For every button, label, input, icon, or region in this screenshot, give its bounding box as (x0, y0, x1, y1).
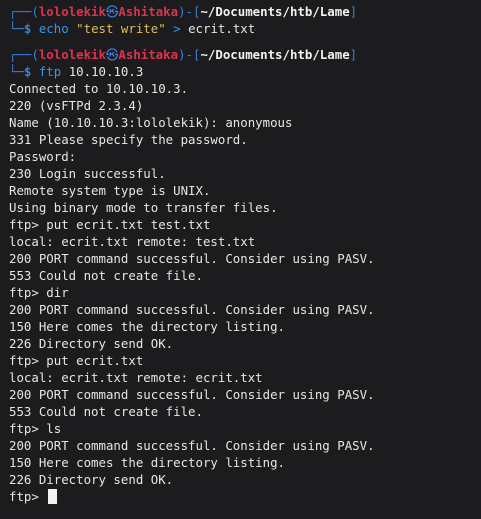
output-line: 150 Here comes the directory listing. (9, 319, 286, 334)
output-line: 226 Directory send OK. (9, 336, 174, 351)
output-line: 200 PORT command successful. Consider us… (9, 302, 375, 317)
output-line: 553 Could not create file. (9, 268, 203, 283)
output-line: Remote system type is UNIX. (9, 183, 211, 198)
command-line: └─$ ftp 10.10.10.3 (9, 63, 481, 80)
prompt-host: Ashitaka (118, 47, 179, 62)
prompt-path: ~/Documents/htb/Lame (200, 4, 350, 19)
command-line: └─$ echo "test write" > ecrit.txt (9, 20, 481, 37)
output-line: Password: (9, 149, 77, 164)
output-line: 226 Directory send OK. (9, 472, 174, 487)
prompt-frame-mid: )-[ (178, 4, 201, 19)
output-line: Name (10.10.10.3:lololekik): anonymous (9, 115, 293, 130)
command-name: ftp (38, 64, 62, 79)
skull-icon: ㉿ (105, 47, 119, 62)
prompt-frame-bottom: └─ (9, 21, 24, 36)
output-line: 220 (vsFTPd 2.3.4) (9, 98, 144, 113)
prompt-frame-end: ] (349, 4, 358, 19)
output-line: 200 PORT command successful. Consider us… (9, 251, 375, 266)
output-line: Using binary mode to transfer files. (9, 200, 278, 215)
output-line: 150 Here comes the directory listing. (9, 455, 286, 470)
command-string: "test write" (76, 21, 166, 36)
output-line: ftp> dir (9, 285, 69, 300)
terminal-window[interactable]: ┌──(lololekik㉿Ashitaka)-[~/Documents/htb… (0, 0, 481, 519)
prompt-frame-bottom: └─ (9, 64, 24, 79)
output-line: local: ecrit.txt remote: test.txt (9, 234, 256, 249)
prompt-header-line: ┌──(lololekik㉿Ashitaka)-[~/Documents/htb… (9, 46, 481, 63)
output-line: 200 PORT command successful. Consider us… (9, 387, 375, 402)
command-arg: 10.10.10.3 (68, 64, 144, 79)
prompt-frame-top: ┌──( (9, 47, 39, 62)
prompt-frame-end: ] (349, 47, 358, 62)
prompt-header-line: ┌──(lololekik㉿Ashitaka)-[~/Documents/htb… (9, 3, 481, 20)
output-line: ftp> put ecrit.txt test.txt (9, 217, 211, 232)
command-name: echo (38, 21, 69, 36)
output-line: local: ecrit.txt remote: ecrit.txt (9, 370, 263, 385)
command-redirect: > (173, 21, 181, 36)
output-line: 200 PORT command successful. Consider us… (9, 438, 375, 453)
prompt-path: ~/Documents/htb/Lame (200, 47, 350, 62)
prompt-user: lololekik (38, 47, 106, 62)
prompt-frame-mid: )-[ (178, 47, 201, 62)
output-line: 553 Could not create file. (9, 404, 203, 419)
ftp-input-line[interactable]: ftp> (9, 488, 481, 505)
command-arg: ecrit.txt (188, 21, 256, 36)
output-line: 230 Login successful. (9, 166, 166, 181)
text-cursor[interactable] (48, 489, 58, 504)
prompt-user: lololekik (38, 4, 106, 19)
prompt-frame-top: ┌──( (9, 4, 39, 19)
dollar-sign: $ (23, 64, 39, 79)
output-line: ftp> ls (9, 421, 62, 436)
ftp-prompt: ftp> (9, 489, 47, 504)
output-line: 331 Please specify the password. (9, 132, 248, 147)
output-line: ftp> put ecrit.txt (9, 353, 144, 368)
prompt-host: Ashitaka (118, 4, 179, 19)
skull-icon: ㉿ (105, 4, 119, 19)
dollar-sign: $ (23, 21, 39, 36)
output-line: Connected to 10.10.10.3. (9, 81, 189, 96)
